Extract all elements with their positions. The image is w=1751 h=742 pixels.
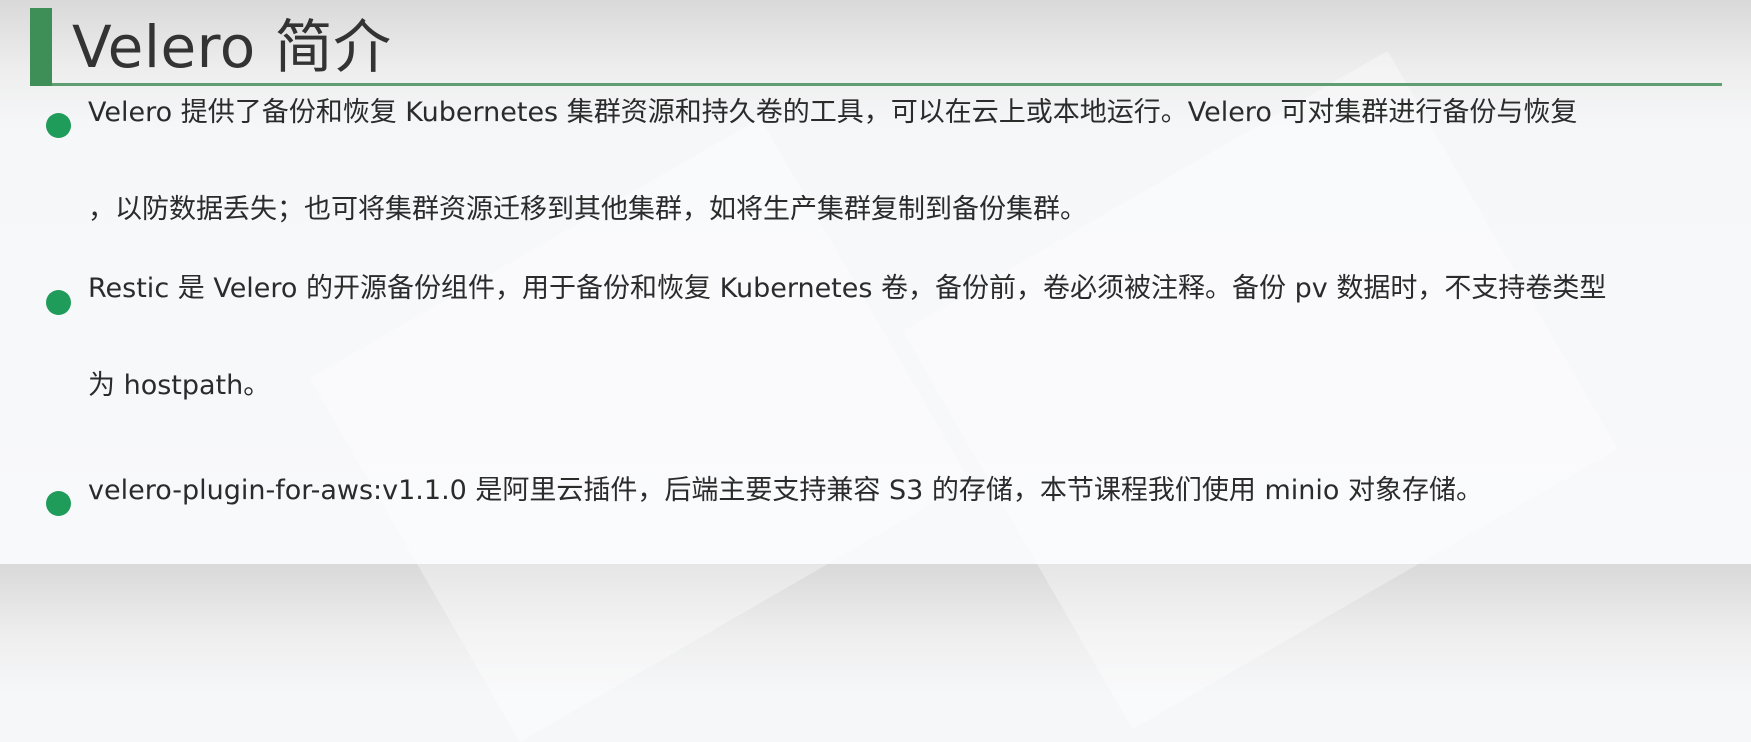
title-underline [52, 83, 1722, 86]
bullet-dot [46, 491, 71, 516]
title-accent-bar [30, 8, 52, 86]
bullet-dot [46, 113, 71, 138]
bullet-2-line-1: Restic 是 Velero 的开源备份组件，用于备份和恢复 Kubernet… [88, 273, 1607, 304]
background-shape [902, 50, 1618, 730]
page-title: Velero 简介 [72, 13, 392, 81]
bullet-1-line-2: ，以防数据丢失；也可将集群资源迁移到其他集群，如将生产集群复制到备份集群。 [88, 194, 1087, 225]
bullet-dot [46, 290, 71, 315]
bullet-2-line-2: 为 hostpath。 [88, 370, 271, 401]
bullet-1-line-1: Velero 提供了备份和恢复 Kubernetes 集群资源和持久卷的工具，可… [88, 97, 1578, 128]
bullet-3-line-1: velero-plugin-for-aws:v1.1.0 是阿里云插件，后端主要… [88, 475, 1483, 506]
